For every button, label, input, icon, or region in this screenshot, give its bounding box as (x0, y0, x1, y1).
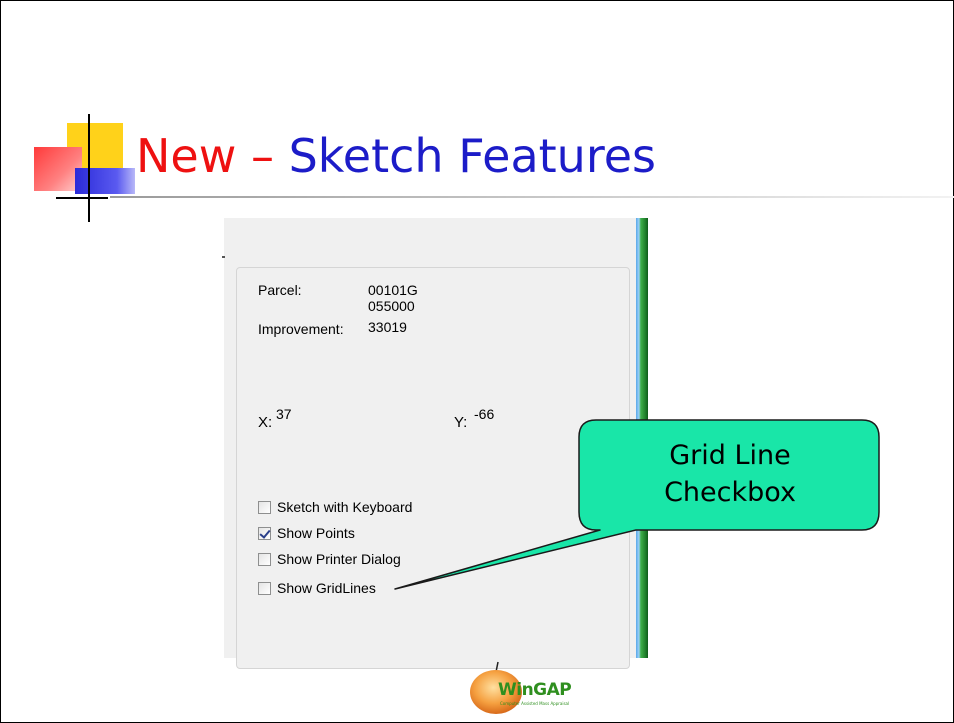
checkbox-label: Show Points (277, 525, 355, 541)
parcel-value: 00101G 055000 (368, 282, 448, 314)
title-decoration-vertical-line (88, 114, 90, 222)
improvement-label: Improvement: (258, 321, 344, 337)
title-new: New (136, 129, 237, 183)
show-gridlines-checkbox[interactable]: Show GridLines (258, 579, 376, 597)
title-dash: – (236, 129, 289, 183)
parcel-value-line1: 00101G (368, 282, 418, 298)
checkbox-box-checked[interactable] (258, 526, 271, 540)
show-printer-dialog-checkbox[interactable]: Show Printer Dialog (258, 550, 401, 568)
panel-tick-mark (222, 256, 225, 258)
callout-line1: Grid Line (669, 440, 791, 471)
show-points-checkbox[interactable]: Show Points (258, 524, 355, 542)
x-coordinate-value: 37 (276, 406, 292, 422)
sketch-with-keyboard-checkbox[interactable]: Sketch with Keyboard (258, 498, 412, 516)
callout-line2: Checkbox (664, 477, 796, 508)
checkbox-box[interactable] (258, 552, 271, 566)
title-decoration-blue (75, 168, 135, 194)
y-coordinate-label: Y: (454, 414, 468, 431)
title-underline (110, 196, 954, 198)
slide-title: New – Sketch Features (136, 126, 656, 186)
checkbox-label: Show Printer Dialog (277, 551, 401, 567)
checkbox-label: Show GridLines (277, 580, 376, 596)
x-coordinate-label: X: (258, 414, 273, 431)
y-coordinate-value: -66 (474, 406, 495, 422)
logo-wordmark: WinGAP (498, 680, 572, 700)
parcel-label: Parcel: (258, 282, 302, 298)
title-sketch-features: Sketch Features (288, 129, 656, 183)
logo-tagline: Computer Assisted Mass Appraisal (500, 701, 570, 706)
checkbox-box[interactable] (258, 581, 271, 595)
parcel-value-line2: 055000 (368, 298, 415, 314)
checkbox-box[interactable] (258, 500, 271, 514)
callout-text: Grid Line Checkbox (582, 437, 878, 511)
checkbox-label: Sketch with Keyboard (277, 499, 413, 515)
improvement-value: 33019 (368, 319, 407, 335)
title-decoration-horizontal-line (56, 197, 108, 199)
